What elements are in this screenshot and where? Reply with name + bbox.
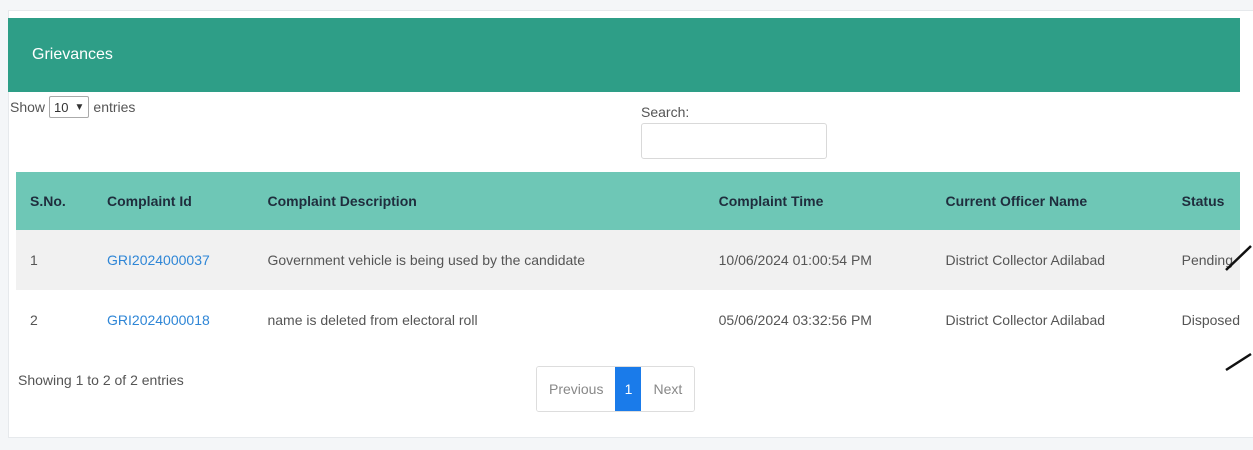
cell-description: name is deleted from electoral roll xyxy=(253,290,705,350)
panel-header: Grievances xyxy=(8,18,1240,92)
cell-sno: 1 xyxy=(16,230,94,290)
grievances-table: S.No. Complaint Id Complaint Description… xyxy=(16,172,1240,350)
entries-label: entries xyxy=(93,99,136,115)
cell-time: 05/06/2024 03:32:56 PM xyxy=(704,290,932,350)
chevron-down-icon: ▼ xyxy=(74,101,85,113)
search-label: Search: xyxy=(641,104,690,120)
cell-complaint-id: GRI2024000018 xyxy=(93,290,254,350)
header-complaint-description[interactable]: Complaint Description xyxy=(253,172,705,230)
cell-officer: District Collector Adilabad xyxy=(931,290,1168,350)
table-row: 1 GRI2024000037 Government vehicle is be… xyxy=(16,230,1240,290)
next-page-button[interactable]: Next xyxy=(641,367,695,411)
annotation-arrow-marks xyxy=(1225,245,1252,372)
page-1-button[interactable]: 1 xyxy=(615,367,642,411)
search-input[interactable] xyxy=(641,123,827,159)
header-complaint-time[interactable]: Complaint Time xyxy=(704,172,932,230)
table-info: Showing 1 to 2 of 2 entries xyxy=(18,372,184,388)
entries-per-page-value: 10 xyxy=(54,99,69,115)
header-status[interactable]: Status xyxy=(1167,172,1240,230)
complaint-id-link[interactable]: GRI2024000037 xyxy=(107,252,210,268)
complaint-id-link[interactable]: GRI2024000018 xyxy=(107,312,210,328)
pagination: Previous 1 Next xyxy=(536,366,696,412)
table-row: 2 GRI2024000018 name is deleted from ele… xyxy=(16,290,1240,350)
cell-sno: 2 xyxy=(16,290,94,350)
cell-time: 10/06/2024 01:00:54 PM xyxy=(704,230,932,290)
previous-page-button[interactable]: Previous xyxy=(537,367,616,411)
header-current-officer-name[interactable]: Current Officer Name xyxy=(931,172,1168,230)
cell-officer: District Collector Adilabad xyxy=(931,230,1168,290)
entries-length-control: Show 10 ▼ entries xyxy=(10,96,135,118)
panel-title: Grievances xyxy=(32,46,113,63)
table-header-row: S.No. Complaint Id Complaint Description… xyxy=(16,172,1240,230)
header-sno[interactable]: S.No. xyxy=(16,172,94,230)
cell-description: Government vehicle is being used by the … xyxy=(253,230,705,290)
show-label: Show xyxy=(10,99,46,115)
cell-complaint-id: GRI2024000037 xyxy=(93,230,254,290)
header-complaint-id[interactable]: Complaint Id xyxy=(93,172,254,230)
entries-per-page-select[interactable]: 10 ▼ xyxy=(49,96,90,118)
